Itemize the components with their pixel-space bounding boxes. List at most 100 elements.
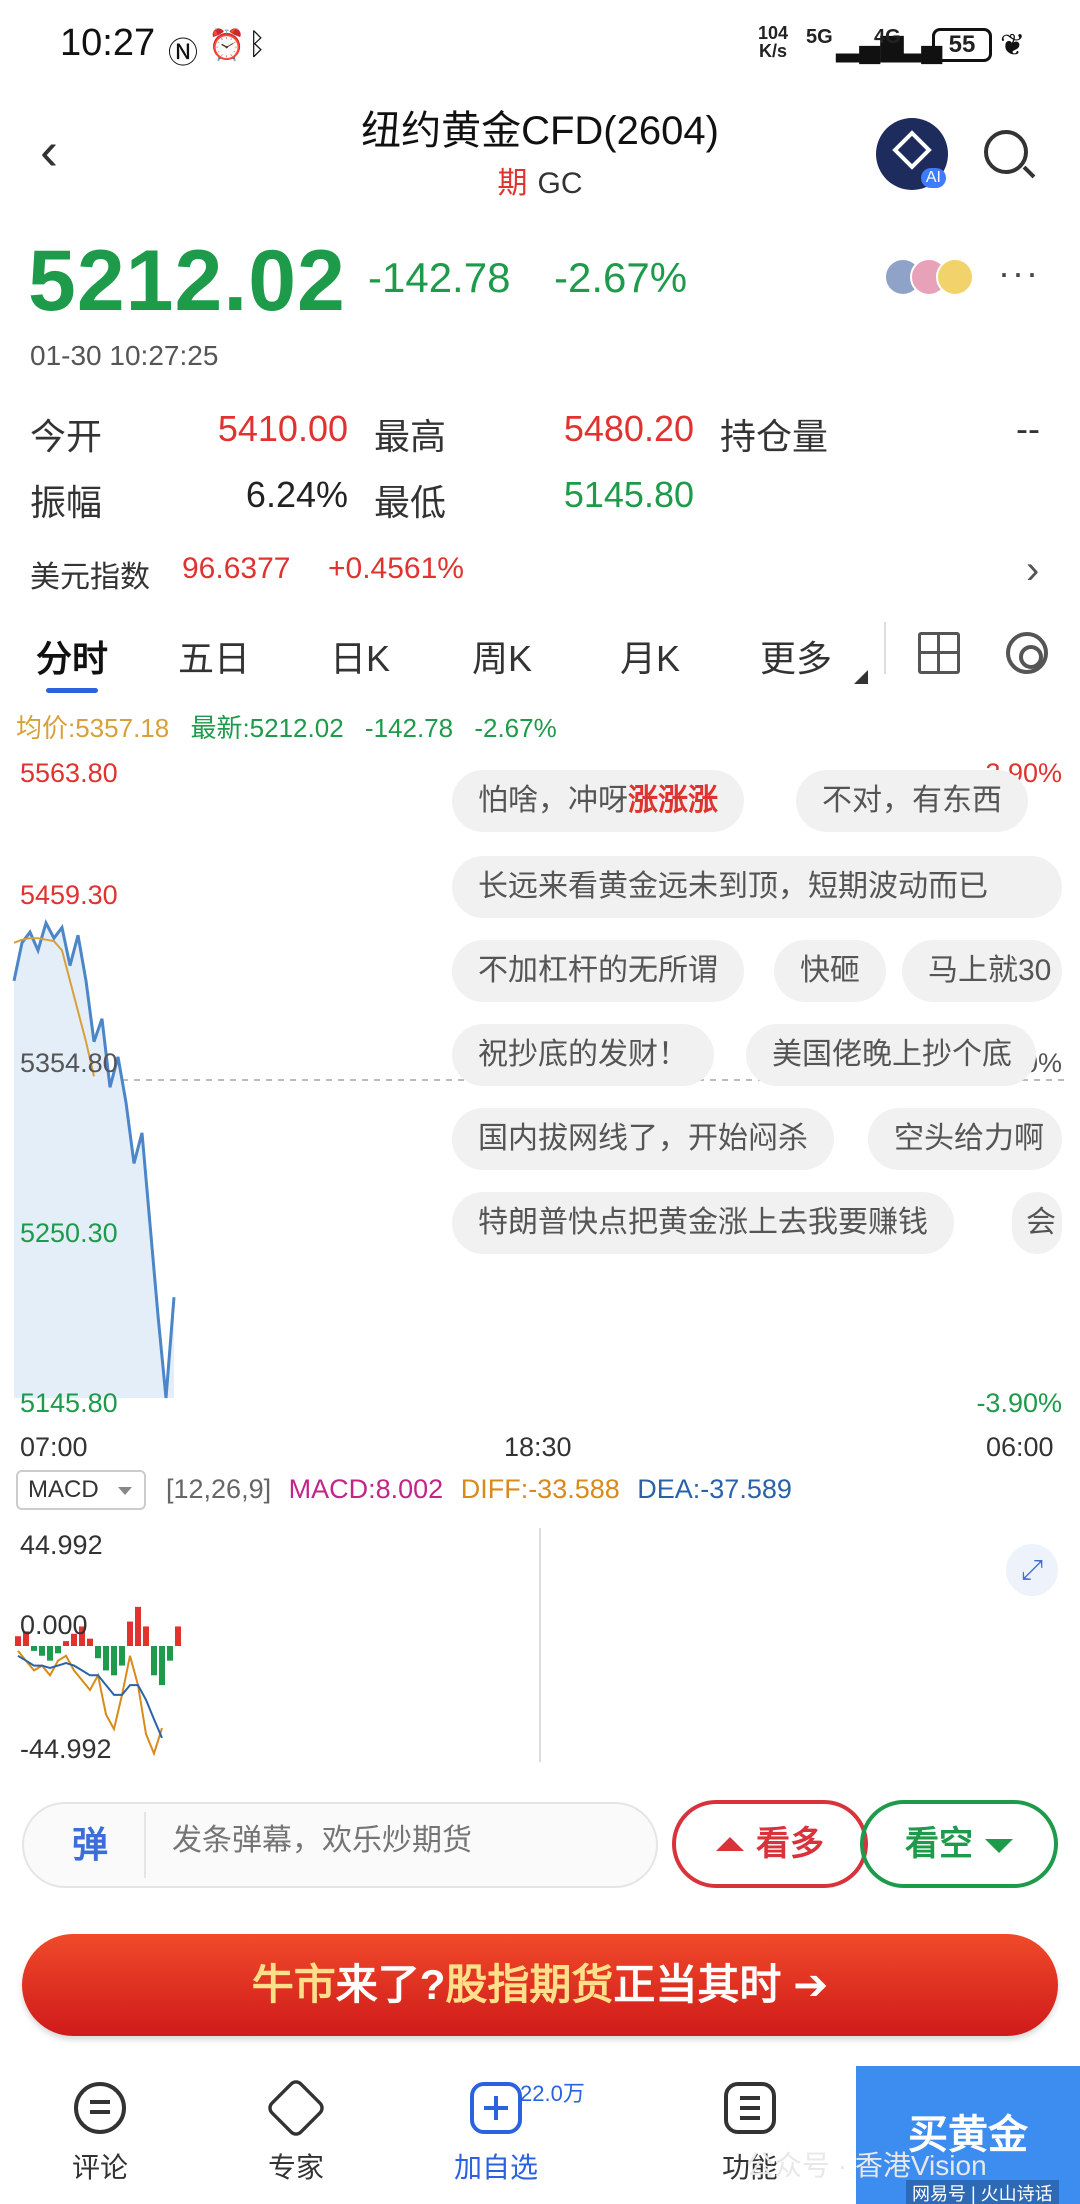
watermark: 公众号 · 香港Vision — [746, 2150, 987, 2181]
grid-icon[interactable] — [918, 632, 960, 674]
open-interest-label: 持仓量 — [720, 416, 829, 457]
high-value: 5480.20 — [563, 408, 694, 449]
macd-bar — [87, 1638, 93, 1646]
price-change: -142.78 — [368, 254, 511, 301]
ai-assistant-icon[interactable]: AI — [876, 118, 948, 190]
danmaku-bubble[interactable]: 马上就30 — [902, 940, 1062, 1002]
danmaku-bubble[interactable]: 美国佬晚上抄个底 — [746, 1024, 1036, 1086]
x-tick-label: 18:30 — [504, 1432, 572, 1462]
macd-bar — [31, 1646, 37, 1651]
macd-bar — [47, 1646, 53, 1661]
status-time: 10:27 — [60, 22, 156, 64]
divider — [884, 622, 886, 674]
danmaku-bubble[interactable]: 空头给力啊 — [868, 1108, 1062, 1170]
high-label: 最高 — [374, 416, 447, 457]
macd-bar — [143, 1626, 149, 1646]
bullish-button[interactable]: 看多 — [672, 1800, 868, 1888]
avatar — [936, 258, 974, 296]
tab-five-day[interactable]: 五日 — [178, 630, 250, 682]
tab-weekly-k[interactable]: 周K — [472, 630, 532, 682]
macd-y-tick: -44.992 — [20, 1734, 112, 1764]
tab-more[interactable]: 更多 — [760, 630, 832, 682]
danmaku-bubble[interactable]: 快砸 — [774, 940, 886, 1002]
nfc-icon: Ⓝ — [168, 37, 198, 70]
tab-monthly-k[interactable]: 月K — [620, 630, 680, 682]
danmaku-bubble[interactable]: 长远来看黄金远未到顶，短期波动而已 — [452, 856, 1062, 918]
quote-timestamp: 01-30 10:27:25 — [30, 340, 219, 371]
macd-params: [12,26,9] MACD:8.002 DIFF:-33.588 DEA:-3… — [166, 1474, 792, 1504]
danmaku-bubble[interactable]: 不对，有东西 — [796, 770, 1028, 832]
tab-daily-k[interactable]: 日K — [330, 630, 390, 682]
expand-icon[interactable]: ⤢ — [1006, 1544, 1058, 1596]
danmaku-bubble[interactable]: 特朗普快点把黄金涨上去我要赚钱 — [452, 1192, 954, 1254]
watermark-sub: 网易号 | 火山诗话 — [906, 2180, 1059, 2204]
amplitude-label: 振幅 — [30, 482, 103, 523]
usd-index-label[interactable]: 美元指数 — [30, 552, 150, 596]
search-icon[interactable] — [984, 130, 1028, 174]
add-icon — [470, 2082, 522, 2134]
macd-y-tick: 44.992 — [20, 1530, 103, 1560]
caret-icon — [854, 670, 868, 684]
alarm-icon: ⏰ — [208, 29, 246, 62]
macd-bar — [135, 1606, 141, 1646]
macd-bar — [63, 1641, 69, 1646]
y-tick-pct: -3.90% — [976, 1388, 1062, 1418]
open-label: 今开 — [30, 416, 103, 457]
price-area — [14, 923, 174, 1398]
macd-bar — [95, 1646, 101, 1659]
avg-price-label: 均价:5357.18 — [16, 713, 170, 743]
macd-bar — [175, 1626, 181, 1646]
indicator-select[interactable]: MACD — [16, 1470, 146, 1510]
macd-bar — [167, 1646, 173, 1661]
danmaku-bubble[interactable]: 会 — [1012, 1192, 1062, 1254]
nav-comment[interactable]: 评论 — [40, 2082, 160, 2186]
open-value: 5410.00 — [217, 408, 348, 449]
latest-price-label: 最新:5212.02 — [190, 713, 344, 743]
macd-bar — [103, 1646, 109, 1671]
bluetooth-icon: ᛒ — [248, 28, 266, 61]
legend-change: -142.78 — [364, 713, 454, 743]
macd-bar — [151, 1646, 157, 1676]
y-tick-label: 5250.30 — [20, 1218, 118, 1248]
diamond-icon — [264, 2076, 328, 2140]
chart-legend: 均价:5357.18 最新:5212.02 -142.78 -2.67% — [16, 708, 571, 745]
y-tick-label: 5459.30 — [20, 880, 118, 910]
usd-index-value: 96.6377 — [182, 552, 291, 585]
danmaku-bubble[interactable]: 怕啥，冲呀涨涨涨 — [452, 770, 744, 832]
y-tick-label: 5145.80 — [20, 1388, 118, 1418]
menu-icon — [724, 2082, 776, 2134]
macd-y-tick: 0.000 — [20, 1610, 88, 1640]
x-tick-label: 07:00 — [20, 1432, 88, 1462]
danmaku-bubble[interactable]: 祝抄底的发财！ — [452, 1024, 714, 1086]
price-area-fill — [14, 923, 174, 1398]
x-tick-label: 06:00 — [986, 1432, 1054, 1462]
danmaku-input[interactable] — [172, 1824, 642, 1858]
y-tick-label: 5354.80 — [20, 1048, 118, 1078]
nav-expert[interactable]: 专家 — [236, 2076, 356, 2186]
bearish-button[interactable]: 看空 — [860, 1800, 1058, 1888]
comment-icon — [74, 2082, 126, 2134]
danmaku-icon[interactable]: 弹 — [36, 1812, 146, 1878]
promo-banner[interactable]: 牛市来了?股指期货正当其时 ➔ — [22, 1934, 1058, 2036]
low-value: 5145.80 — [563, 474, 694, 515]
sim1-label: 5G — [806, 26, 833, 48]
network-speed: 104 K/s — [758, 23, 789, 61]
tab-intraday[interactable]: 分时 — [36, 630, 108, 682]
y-tick-label: 5563.80 — [20, 758, 118, 788]
danmaku-bubble[interactable]: 不加杠杆的无所谓 — [452, 940, 744, 1002]
open-interest-value: -- — [1016, 408, 1040, 449]
more-icon[interactable]: ··· — [998, 252, 1040, 294]
danmaku-bubble[interactable]: 国内拔网线了，开始闷杀 — [452, 1108, 834, 1170]
macd-bar — [159, 1646, 165, 1686]
macd-bar — [119, 1646, 125, 1666]
battery-icon: 55 — [932, 28, 992, 62]
watchlist-count: 22.0万 — [520, 2081, 585, 2106]
chevron-right-icon[interactable]: › — [1026, 548, 1039, 593]
user-avatars[interactable] — [884, 258, 984, 298]
macd-chart[interactable] — [0, 1520, 1080, 1770]
macd-bar — [55, 1646, 61, 1654]
settings-icon[interactable] — [1006, 632, 1048, 674]
tab-underline — [46, 688, 98, 693]
low-label: 最低 — [374, 482, 447, 523]
current-price: 5212.02 — [28, 233, 346, 329]
